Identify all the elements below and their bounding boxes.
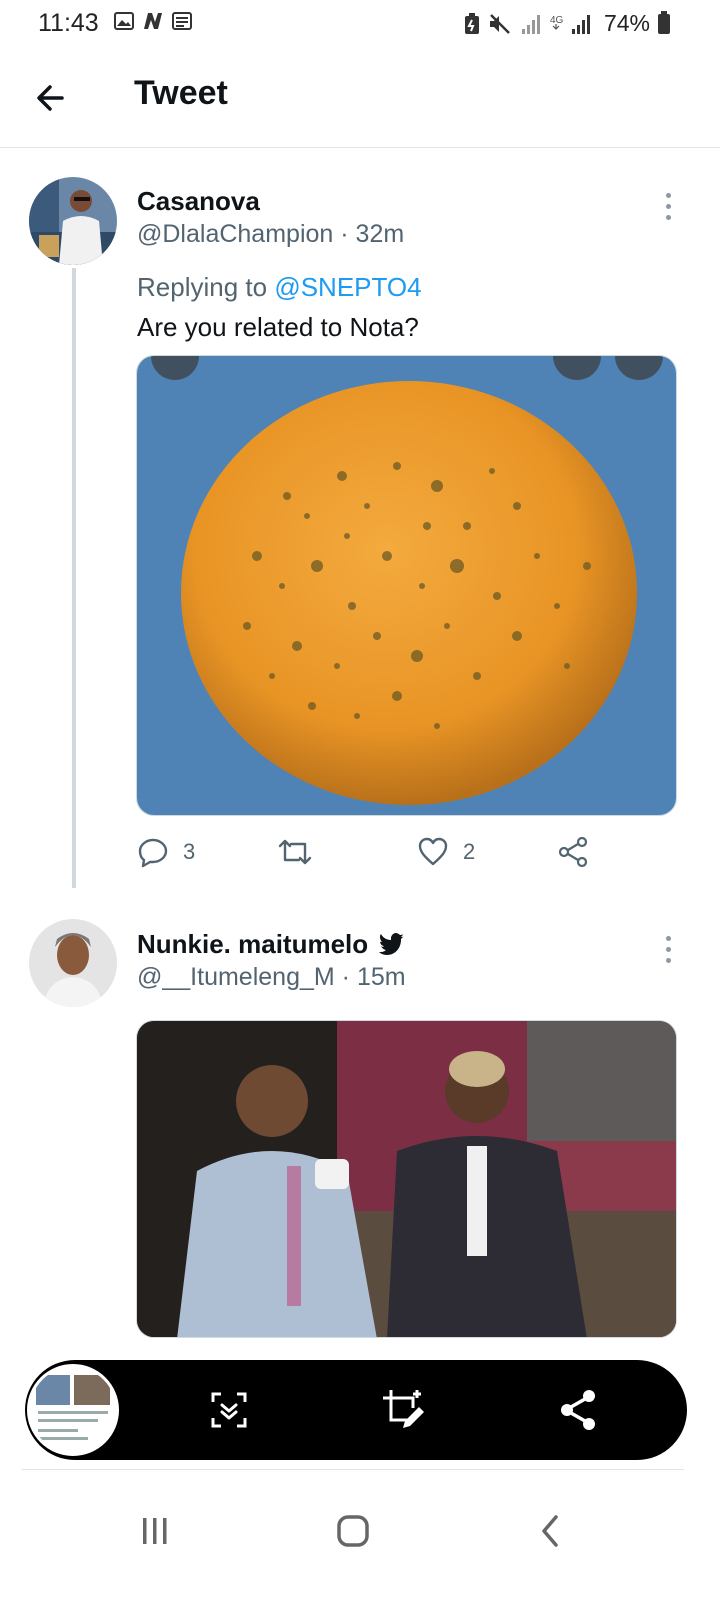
signal-icon [521,14,540,34]
tweet-actions: 3 2 [137,836,607,876]
author-handle[interactable]: @__Itumeleng_M [137,963,335,991]
crop-edit-icon[interactable] [381,1388,425,1432]
like-button[interactable]: 2 [417,836,475,868]
battery-saver-icon [464,12,479,34]
4g-signal-icon: 4G [550,14,590,34]
app-n-icon [144,13,162,29]
status-left-icons [114,12,192,30]
replying-mention[interactable]: @SNEPTO4 [274,272,421,302]
author-meta: @DlalaChampion · 32m [137,220,404,249]
home-icon[interactable] [323,1506,383,1556]
reply-icon [138,838,168,868]
divider [22,1469,684,1470]
svg-text:4G: 4G [550,15,564,26]
author-name[interactable]: Nunkie. maitumelo [137,929,405,960]
tweet-time: · 32m [340,220,405,248]
author-name-text: Nunkie. maitumelo [137,929,369,959]
reply-count: 3 [183,839,196,864]
thread-line [72,268,76,888]
retweet-button[interactable] [277,836,313,868]
avatar[interactable] [29,919,117,1007]
replying-to: Replying to @SNEPTO4 [137,272,422,303]
tweet-time: · 15m [341,963,406,991]
status-bar: 11:43 4G 74% [0,0,720,46]
author-meta: @__Itumeleng_M · 15m [137,963,406,992]
more-options-icon[interactable] [653,929,683,969]
retweet-icon [278,839,312,865]
avatar[interactable] [29,177,117,265]
like-count: 2 [463,839,476,864]
more-options-icon[interactable] [653,186,683,226]
heart-icon [418,837,448,866]
reply-button[interactable]: 3 [137,836,195,868]
twitter-bird-icon [379,933,405,955]
battery-icon [658,10,670,34]
tweet-text: Are you related to Nota? [137,312,419,342]
share-icon[interactable] [557,1388,601,1432]
author-name[interactable]: Casanova [137,186,260,217]
gallery-icon [114,12,134,30]
replying-prefix: Replying to [137,272,268,302]
screenshot-toolbar [25,1360,687,1460]
status-time: 11:43 [38,9,99,37]
battery-percent: 74% [603,10,650,36]
page-title: Tweet [134,74,228,112]
orange-fruit-photo[interactable] [136,355,677,816]
status-right-icons: 4G 74% [464,10,670,37]
recent-apps-icon[interactable] [125,1506,185,1556]
mute-icon [489,13,510,34]
news-icon [172,12,192,30]
share-button[interactable] [557,836,589,868]
two-people-seated-photo[interactable] [136,1020,677,1338]
share-icon [558,836,588,868]
author-handle[interactable]: @DlalaChampion [137,220,333,248]
scroll-capture-icon[interactable] [207,1388,251,1432]
arrow-left-icon[interactable] [30,76,74,120]
navigation-bar [0,1480,720,1600]
back-chevron-icon[interactable] [520,1506,580,1556]
app-header: Tweet [0,46,720,148]
screenshot-thumbnail[interactable] [27,1364,119,1456]
